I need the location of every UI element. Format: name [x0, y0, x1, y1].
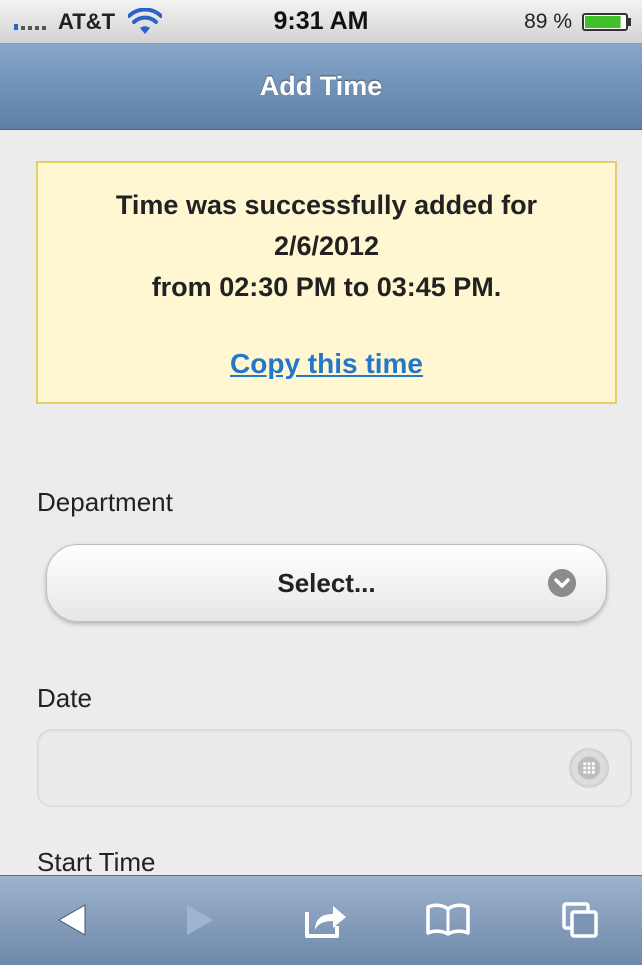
success-message: Time was successfully added for 2/6/2012… — [36, 161, 617, 404]
page-title: Add Time — [259, 71, 383, 101]
status-bar: AT&T 9:31 AM 89 % — [0, 0, 642, 44]
start-time-label: Start Time — [37, 847, 156, 875]
forward-icon — [187, 905, 213, 935]
share-button[interactable] — [298, 896, 354, 944]
forward-button[interactable] — [172, 896, 228, 944]
success-message-line: Time was successfully added for — [115, 190, 538, 220]
browser-toolbar — [0, 875, 642, 965]
pages-button[interactable] — [552, 896, 608, 944]
battery-percentage: 89 % — [524, 10, 572, 33]
date-label: Date — [37, 683, 92, 713]
copy-time-link[interactable]: Copy this time — [38, 348, 615, 380]
bookmarks-icon — [426, 903, 470, 936]
bookmarks-button[interactable] — [420, 896, 476, 944]
department-select[interactable]: Select... — [46, 544, 607, 622]
department-selected-value: Select... — [277, 568, 376, 598]
date-field[interactable] — [37, 729, 632, 807]
share-icon — [305, 906, 346, 938]
success-message-date: 2/6/2012 — [273, 231, 380, 261]
main-content: Time was successfully added for 2/6/2012… — [0, 130, 642, 875]
back-icon — [57, 904, 86, 936]
department-label: Department — [37, 487, 173, 517]
header-bar: Add Time — [0, 44, 642, 130]
calendar-icon[interactable] — [569, 748, 609, 788]
battery-icon — [582, 13, 631, 31]
pages-icon — [562, 902, 598, 938]
back-button[interactable] — [44, 896, 100, 944]
chevron-down-icon — [548, 569, 576, 597]
success-message-range: from 02:30 PM to 03:45 PM. — [151, 272, 502, 302]
